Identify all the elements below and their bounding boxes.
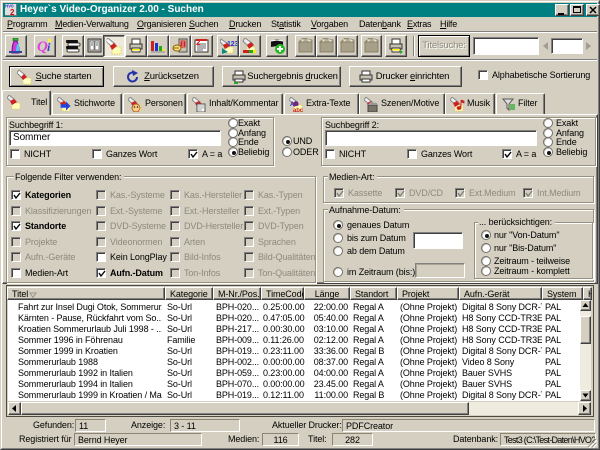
svg-text:i: i — [47, 40, 51, 54]
svg-text:abc: abc — [293, 108, 304, 112]
svg-text:AB: AB — [290, 102, 299, 108]
svg-text:2: 2 — [196, 38, 201, 47]
